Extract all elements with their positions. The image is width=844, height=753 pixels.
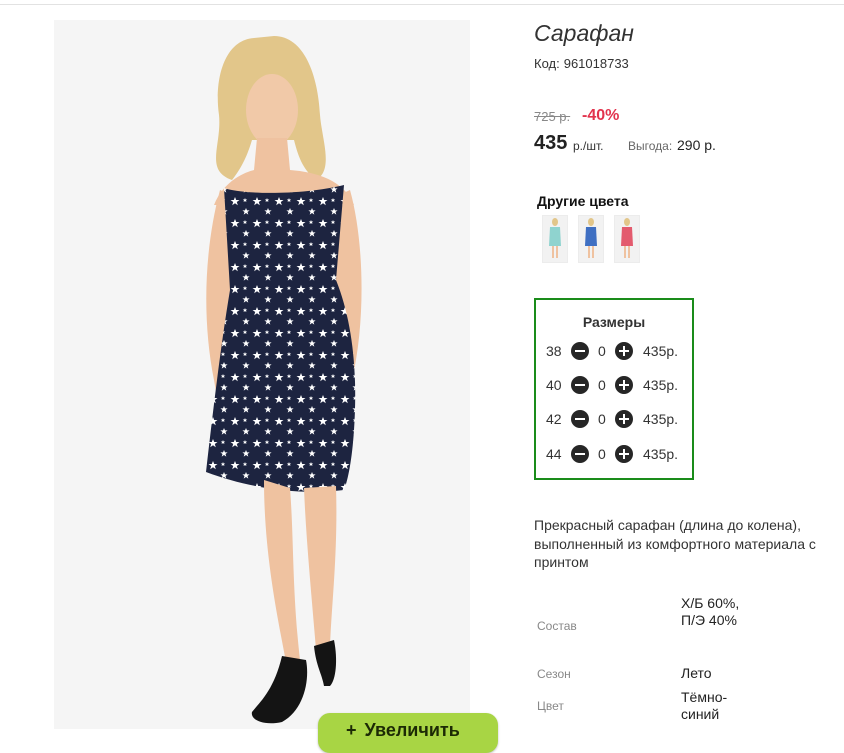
benefit-label: Выгода: — [628, 139, 673, 153]
color-swatch-mint[interactable] — [542, 215, 568, 263]
spec-label-composition: Состав — [537, 619, 577, 633]
quantity-value: 0 — [598, 411, 606, 427]
other-colors-title: Другие цвета — [537, 193, 629, 209]
size-row: 44 0 435р. — [536, 445, 692, 465]
quantity-value: 0 — [598, 446, 606, 462]
discount-badge: -40% — [582, 107, 620, 124]
swatch-thumbnail — [621, 218, 633, 258]
size-value: 38 — [546, 343, 562, 359]
increase-quantity-button[interactable] — [615, 445, 633, 463]
sizes-title: Размеры — [582, 314, 646, 330]
top-divider — [0, 4, 844, 5]
size-price: 435р. — [643, 411, 679, 427]
decrease-quantity-button[interactable] — [571, 445, 589, 463]
model-illustration — [54, 20, 470, 729]
plus-icon: + — [346, 720, 357, 740]
quantity-value: 0 — [598, 377, 606, 393]
product-title: Сарафан — [534, 20, 634, 46]
spec-label-color: Цвет — [537, 699, 564, 713]
product-code-label: Код: — [534, 56, 560, 71]
size-value: 42 — [546, 411, 562, 427]
size-row: 40 0 435р. — [536, 376, 692, 396]
price-unit: р./шт. — [573, 139, 604, 153]
zoom-button-label: Увеличить — [364, 720, 460, 740]
product-code: Код: 961018733 — [534, 56, 629, 71]
product-description: Прекрасный сарафан (длина до колена), вы… — [534, 517, 816, 570]
size-row: 42 0 435р. — [536, 410, 692, 430]
product-image[interactable] — [54, 20, 470, 729]
increase-quantity-button[interactable] — [615, 342, 633, 360]
swatch-thumbnail — [585, 218, 597, 258]
increase-quantity-button[interactable] — [615, 410, 633, 428]
decrease-quantity-button[interactable] — [571, 376, 589, 394]
increase-quantity-button[interactable] — [615, 376, 633, 394]
size-value: 40 — [546, 377, 562, 393]
size-row: 38 0 435р. — [536, 342, 692, 362]
spec-label-season: Сезон — [537, 667, 571, 681]
product-code-value: 961018733 — [563, 56, 629, 71]
size-price: 435р. — [643, 377, 679, 393]
size-price: 435р. — [643, 343, 679, 359]
sizes-panel: Размеры 38 0 435р. 40 0 435р. 42 0 435р.… — [534, 298, 694, 480]
size-value: 44 — [546, 446, 562, 462]
current-price: 435 — [534, 132, 568, 154]
decrease-quantity-button[interactable] — [571, 342, 589, 360]
spec-value-season: Лето — [681, 665, 712, 681]
old-price: 725 р. — [534, 109, 571, 124]
size-price: 435р. — [643, 446, 679, 462]
swatch-thumbnail — [549, 218, 561, 258]
color-swatch-coral[interactable] — [614, 215, 640, 263]
decrease-quantity-button[interactable] — [571, 410, 589, 428]
spec-value-color: Тёмно-синий — [681, 689, 728, 722]
spec-value-composition: Х/Б 60%, П/Э 40% — [681, 595, 740, 628]
quantity-value: 0 — [598, 343, 606, 359]
color-swatch-blue[interactable] — [578, 215, 604, 263]
zoom-button[interactable]: + Увеличить — [318, 713, 498, 753]
benefit-value: 290 р. — [677, 137, 716, 153]
